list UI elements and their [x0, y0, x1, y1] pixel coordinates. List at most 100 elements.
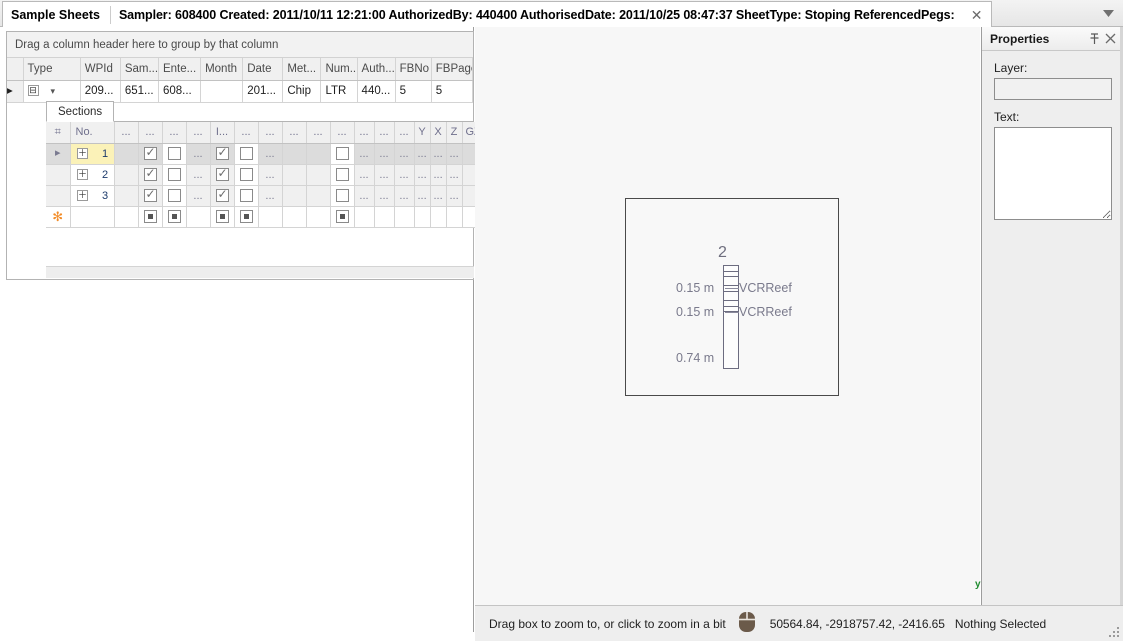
new-cell-y[interactable] — [414, 206, 430, 227]
cell-r2c3[interactable] — [138, 164, 162, 185]
new-cell-c6[interactable] — [210, 206, 234, 227]
column-header-ente[interactable]: Ente... — [158, 58, 200, 80]
cell-r1c10[interactable] — [306, 143, 330, 164]
cell-r2-x[interactable]: ... — [430, 164, 446, 185]
checkbox-checked-icon[interactable] — [216, 189, 229, 202]
cell-r1c6[interactable] — [210, 143, 234, 164]
checkbox-icon[interactable] — [168, 168, 181, 181]
table-row[interactable]: ＋3 ... ... ... ... ... ... ... . — [46, 185, 484, 206]
column-header-c8[interactable]: ... — [258, 122, 282, 143]
column-header-date[interactable]: Date — [243, 58, 283, 80]
select-all-icon[interactable]: ⌗ — [46, 122, 70, 143]
checkbox-indeterminate-icon[interactable] — [216, 210, 229, 223]
text-input[interactable] — [994, 127, 1112, 220]
checkbox-icon[interactable] — [240, 189, 253, 202]
cell-sam[interactable]: 651... — [120, 80, 158, 102]
resize-grip[interactable] — [1108, 626, 1120, 638]
cell-r2c11[interactable] — [330, 164, 354, 185]
cell-date[interactable]: 201... — [243, 80, 283, 102]
cell-month[interactable] — [201, 80, 243, 102]
row-expander-icon[interactable]: ⊟ — [28, 85, 39, 96]
cell-r2-z[interactable]: ... — [446, 164, 462, 185]
tab-sections[interactable]: Sections — [46, 101, 114, 122]
new-cell-c5[interactable] — [186, 206, 210, 227]
column-header-month[interactable]: Month — [201, 58, 243, 80]
cell-r3c13[interactable]: ... — [374, 185, 394, 206]
cell-wpid[interactable]: 209... — [80, 80, 120, 102]
cell-fbno[interactable]: 5 — [395, 80, 431, 102]
new-cell-c12[interactable] — [354, 206, 374, 227]
group-by-panel[interactable]: Drag a column header here to group by th… — [7, 32, 473, 58]
cell-r1c13[interactable]: ... — [374, 143, 394, 164]
cell-r3c8[interactable]: ... — [258, 185, 282, 206]
cell-r2c5[interactable]: ... — [186, 164, 210, 185]
table-row[interactable]: ▸ ⊟▾ 209... 651... 608... 201... Chip LT… — [7, 80, 473, 102]
cell-r2c6[interactable] — [210, 164, 234, 185]
new-cell-c9[interactable] — [282, 206, 306, 227]
cell-r1c12[interactable]: ... — [354, 143, 374, 164]
column-header-c9[interactable]: ... — [282, 122, 306, 143]
new-cell-c13[interactable] — [374, 206, 394, 227]
checkbox-icon[interactable] — [336, 168, 349, 181]
cell-num[interactable]: LTR — [321, 80, 357, 102]
checkbox-checked-icon[interactable] — [144, 189, 157, 202]
column-header-no[interactable]: No. — [70, 122, 114, 143]
cell-auth[interactable]: 440... — [357, 80, 395, 102]
cell-r1c9[interactable] — [282, 143, 306, 164]
cell-r2c4[interactable] — [162, 164, 186, 185]
cell-r1-x[interactable]: ... — [430, 143, 446, 164]
layer-input[interactable] — [994, 78, 1112, 100]
cell-r1c14[interactable]: ... — [394, 143, 414, 164]
column-header-c14[interactable]: ... — [394, 122, 414, 143]
row-expander-icon[interactable]: ＋ — [77, 190, 88, 201]
checkbox-checked-icon[interactable] — [144, 168, 157, 181]
column-header-c7[interactable]: ... — [234, 122, 258, 143]
cell-r3c12[interactable]: ... — [354, 185, 374, 206]
sample-column[interactable] — [723, 265, 739, 369]
chevron-down-icon[interactable] — [1101, 6, 1115, 20]
checkbox-icon[interactable] — [240, 168, 253, 181]
new-cell-c8[interactable] — [258, 206, 282, 227]
cell-fbpage[interactable]: 5 — [431, 80, 472, 102]
new-cell-c2[interactable] — [114, 206, 138, 227]
cell-ente[interactable]: 608... — [158, 80, 200, 102]
new-cell-c10[interactable] — [306, 206, 330, 227]
cell-r2c12[interactable]: ... — [354, 164, 374, 185]
checkbox-indeterminate-icon[interactable] — [240, 210, 253, 223]
cell-r3-x[interactable]: ... — [430, 185, 446, 206]
cell-r3c7[interactable] — [234, 185, 258, 206]
cell-r1c4[interactable] — [162, 143, 186, 164]
column-header-x[interactable]: X — [430, 122, 446, 143]
new-cell-c3[interactable] — [138, 206, 162, 227]
cell-r1c2[interactable] — [114, 143, 138, 164]
new-cell-x[interactable] — [430, 206, 446, 227]
checkbox-checked-icon[interactable] — [216, 147, 229, 160]
column-header-c11[interactable]: ... — [330, 122, 354, 143]
row-expander-icon[interactable]: ＋ — [77, 169, 88, 180]
checkbox-icon[interactable] — [240, 147, 253, 160]
cell-r3-z[interactable]: ... — [446, 185, 462, 206]
cell-r3c3[interactable] — [138, 185, 162, 206]
table-row[interactable]: ▸ ＋1 ... ... ... ... ... ... ... — [46, 143, 484, 164]
column-header-num[interactable]: Num... — [321, 58, 357, 80]
cell-r2c9[interactable] — [282, 164, 306, 185]
column-header-type[interactable]: Type — [23, 58, 80, 80]
new-cell-c4[interactable] — [162, 206, 186, 227]
cell-r3c5[interactable]: ... — [186, 185, 210, 206]
column-header-c3[interactable]: ... — [138, 122, 162, 143]
new-cell-c11[interactable] — [330, 206, 354, 227]
column-header-c4[interactable]: ... — [162, 122, 186, 143]
cell-r2c2[interactable] — [114, 164, 138, 185]
column-header-fbno[interactable]: FBNo — [395, 58, 431, 80]
column-header-sam[interactable]: Sam... — [120, 58, 158, 80]
column-header-y[interactable]: Y — [414, 122, 430, 143]
chevron-down-icon[interactable]: ▾ — [51, 86, 56, 96]
column-header-auth[interactable]: Auth... — [357, 58, 395, 80]
3d-viewport[interactable]: 2 0.15 m 0.15 m 0.74 m VCRReef VCRReef — [475, 27, 980, 605]
new-cell-c7[interactable] — [234, 206, 258, 227]
cell-r1-z[interactable]: ... — [446, 143, 462, 164]
cell-r1c11[interactable] — [330, 143, 354, 164]
checkbox-checked-icon[interactable] — [216, 168, 229, 181]
cell-r2c14[interactable]: ... — [394, 164, 414, 185]
column-header-z[interactable]: Z — [446, 122, 462, 143]
